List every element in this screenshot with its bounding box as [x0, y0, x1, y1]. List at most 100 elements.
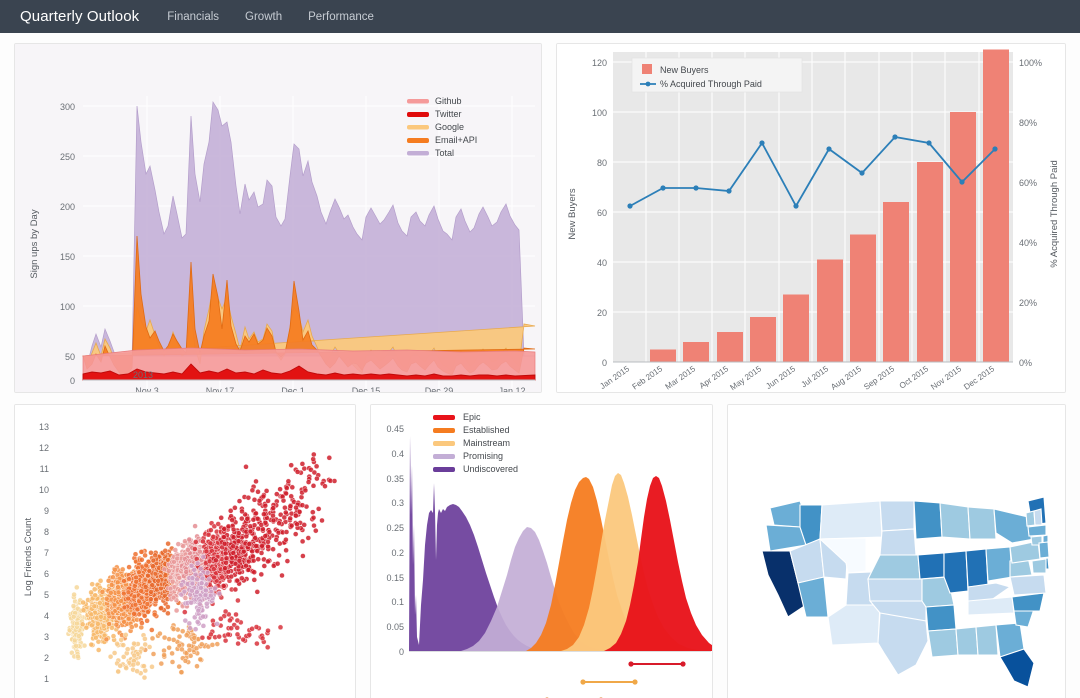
- scatter-point: [76, 633, 82, 639]
- state-ma: [1027, 524, 1047, 537]
- scatter-point: [144, 618, 150, 624]
- scatter-point: [270, 505, 276, 511]
- scatter-point: [216, 633, 222, 640]
- scatter-point: [260, 493, 267, 500]
- scatter-point: [131, 640, 137, 647]
- scatter-point: [131, 593, 138, 600]
- us-choropleth-map-panel[interactable]: [727, 404, 1066, 698]
- scatter-point: [240, 636, 246, 643]
- scatter-point: [151, 611, 158, 618]
- legend-swatch-established: [432, 428, 455, 433]
- svg-text:0: 0: [399, 647, 404, 657]
- legend-swatch-twitter: [407, 112, 429, 117]
- scatter-point: [254, 548, 261, 554]
- state-ks: [867, 578, 923, 602]
- scatter-point: [211, 574, 217, 581]
- scatter-point: [208, 631, 214, 638]
- scatter-point: [214, 641, 221, 647]
- combo-legend[interactable]: New Buyers % Acquired Through Paid: [631, 57, 803, 93]
- scatter-point: [150, 651, 157, 657]
- state-ar: [925, 604, 957, 632]
- scatter-point: [194, 576, 200, 583]
- scatter-point: [83, 624, 90, 631]
- scatter-point: [223, 555, 230, 562]
- state-md: [1031, 558, 1047, 574]
- signups-area-chart-svg: 0 50 100 150 200 250 300 Sign ups by Day…: [15, 44, 541, 392]
- scatter-point: [188, 563, 195, 569]
- scatter-point: [299, 461, 306, 467]
- scatter-point: [229, 555, 235, 561]
- nav-link-financials[interactable]: Financials: [167, 11, 219, 23]
- nav-link-performance[interactable]: Performance: [308, 11, 374, 23]
- svg-text:250: 250: [60, 152, 75, 162]
- svg-text:0.2: 0.2: [391, 548, 404, 558]
- new-buyers-combo-chart-panel[interactable]: 0 20 40 60 80 100 120 New Buyers 0% 20% …: [556, 43, 1066, 393]
- scatter-point: [262, 502, 269, 509]
- legend-label-new-buyers: New Buyers: [660, 65, 709, 75]
- scatter-point: [200, 623, 207, 629]
- signups-area-chart-panel[interactable]: 0 50 100 150 200 250 300 Sign ups by Day…: [14, 43, 542, 393]
- scatter-point: [80, 599, 86, 606]
- legend-label-pct-paid: % Acquired Through Paid: [660, 79, 762, 89]
- scatter-point: [74, 620, 80, 627]
- scatter-point: [284, 558, 291, 564]
- scatter-point: [165, 610, 171, 617]
- scatter-point: [134, 606, 141, 613]
- svg-text:8: 8: [44, 527, 49, 537]
- scatter-point: [255, 556, 261, 562]
- state-ia: [917, 552, 945, 580]
- scatter-point: [112, 566, 118, 573]
- scatter-point: [148, 596, 154, 602]
- scatter-point: [138, 594, 145, 601]
- scatter-point: [138, 588, 144, 594]
- scatter-point: [95, 647, 102, 653]
- scatter-point: [118, 637, 124, 643]
- density-distribution-panel[interactable]: 0 0.05 0.1 0.15 0.2 0.25 0.3 0.35 0.4 0.…: [369, 404, 714, 698]
- svg-text:13: 13: [39, 422, 49, 432]
- scatter-point: [287, 503, 294, 510]
- scatter-point: [130, 662, 137, 668]
- scatter-point: [161, 634, 168, 641]
- scatter-point: [161, 566, 168, 573]
- scatter-point: [170, 594, 177, 601]
- scatter-point: [121, 578, 127, 584]
- state-la: [927, 628, 959, 658]
- scatter-point: [211, 566, 217, 572]
- scatter-point: [227, 617, 233, 624]
- nav-link-growth[interactable]: Growth: [245, 11, 282, 23]
- scatter-point: [243, 533, 250, 540]
- scatter-point: [126, 576, 132, 582]
- scatter-point: [173, 607, 180, 614]
- scatter-point: [166, 568, 172, 574]
- scatter-point: [134, 668, 140, 674]
- scatter-point: [230, 543, 236, 550]
- scatter-point: [232, 560, 239, 567]
- scatter-point: [294, 521, 300, 527]
- scatter-point: [142, 636, 148, 642]
- state-in: [965, 548, 989, 588]
- scatter-point: [258, 571, 265, 578]
- friends-scatter-panel[interactable]: 13 12 11 10 9 8 7 6 5 4 3 2 1 Log Friend…: [14, 404, 356, 698]
- app-brand-title[interactable]: Quarterly Outlook: [20, 8, 139, 25]
- legend-swatch-email-api: [407, 138, 429, 143]
- scatter-point: [157, 630, 163, 637]
- scatter-point: [294, 469, 301, 475]
- scatter-point: [225, 568, 232, 575]
- scatter-point: [192, 626, 199, 632]
- svg-text:20: 20: [597, 308, 607, 318]
- scatter-point: [265, 539, 271, 545]
- state-ms: [955, 626, 979, 656]
- scatter-point: [252, 535, 258, 541]
- scatter-point: [108, 582, 115, 588]
- scatter-point: [149, 664, 155, 670]
- legend-label-mainstream: Mainstream: [463, 438, 510, 448]
- legend-swatch-new-buyers: [642, 64, 652, 74]
- legend-swatch-github: [407, 99, 429, 104]
- bar-jun: [783, 294, 809, 362]
- scatter-point: [183, 569, 189, 575]
- svg-text:2: 2: [44, 653, 49, 663]
- scatter-point: [107, 653, 114, 660]
- scatter-point: [124, 646, 131, 652]
- scatter-point: [114, 641, 120, 647]
- scatter-point: [197, 548, 203, 555]
